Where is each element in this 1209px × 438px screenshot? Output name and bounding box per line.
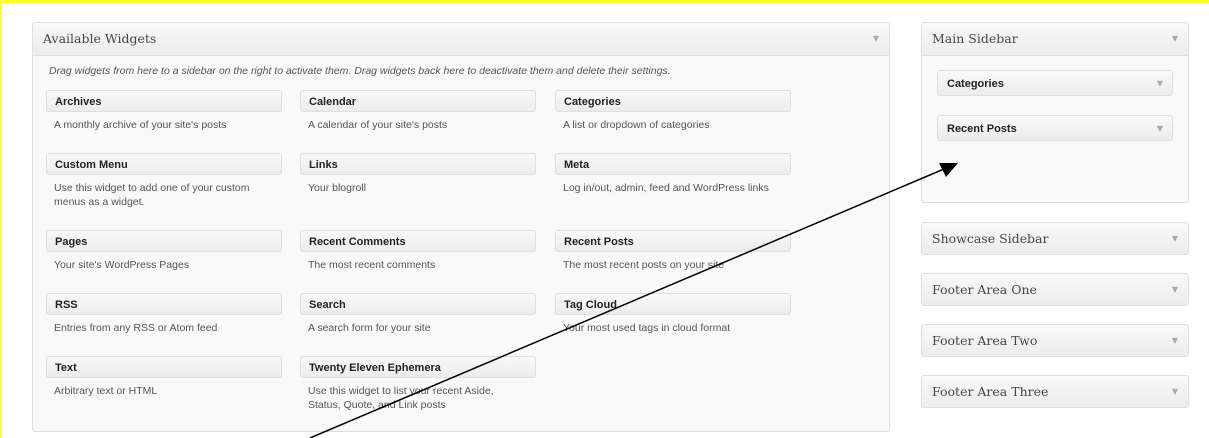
annotation-arrow <box>309 163 958 438</box>
annotation-arrow-line <box>309 168 945 438</box>
